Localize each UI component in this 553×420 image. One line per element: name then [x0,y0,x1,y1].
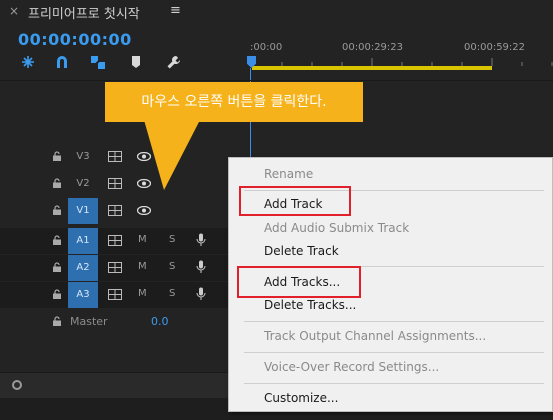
menu-item-rename: Rename [264,167,314,181]
lock-icon[interactable] [52,205,62,215]
ruler-label: 00:00:59:22 [464,42,526,53]
track-v3[interactable]: V3 [0,144,250,170]
magnet-icon[interactable] [54,54,72,70]
track-name[interactable]: V1 [68,198,98,224]
lock-icon[interactable] [52,289,62,299]
playhead-timecode[interactable]: 00:00:00:00 [18,30,132,49]
menu-item-voice-over-record-settings: Voice-Over Record Settings... [264,360,440,374]
menu-separator [244,321,544,322]
master-volume-value[interactable]: 0.0 [151,315,169,328]
eye-icon[interactable] [137,206,151,215]
ruler-label: :00:00 [250,42,283,53]
ruler-ticks [251,58,553,66]
track-v2[interactable]: V2 [0,171,250,197]
mute-button[interactable]: M [138,234,147,245]
solo-button[interactable]: S [169,288,175,299]
track-name[interactable]: A1 [68,228,98,254]
wrench-icon[interactable] [166,54,184,70]
menu-item-track-output-channel-assignments: Track Output Channel Assignments... [264,329,487,343]
mute-button[interactable]: M [138,261,147,272]
track-context-menu: Rename Add Track Add Audio Submix Track … [228,157,553,412]
close-tab-button[interactable]: × [9,4,19,18]
callout-tail [144,120,200,190]
solo-button[interactable]: S [169,261,175,272]
track-name[interactable]: A2 [68,255,98,281]
menu-item-delete-track[interactable]: Delete Track [264,244,339,258]
highlight-add-track [239,186,351,216]
zoom-scroll-handle[interactable] [12,380,22,390]
lock-icon[interactable] [52,178,62,188]
track-a2[interactable]: A2 M S [0,255,250,281]
callout-text: 마우스 오른쪽 버튼을 클릭한다. [141,94,327,110]
microphone-icon[interactable] [196,233,206,247]
sync-lock-icon[interactable] [108,151,122,162]
sync-lock-icon[interactable] [108,262,122,273]
marker-icon[interactable] [130,54,148,70]
sync-lock-icon[interactable] [108,289,122,300]
sync-lock-icon[interactable] [108,205,122,216]
sync-lock-icon[interactable] [108,235,122,246]
mute-button[interactable]: M [138,288,147,299]
lock-icon[interactable] [52,235,62,245]
track-name[interactable]: V2 [68,171,98,197]
track-name[interactable]: A3 [68,282,98,308]
lock-icon[interactable] [52,262,62,272]
lock-icon[interactable] [52,151,62,161]
instruction-callout: 마우스 오른쪽 버튼을 클릭한다. [105,82,363,122]
menu-item-customize[interactable]: Customize... [264,391,338,405]
track-a1[interactable]: A1 M S [0,228,250,254]
panel-menu-icon[interactable]: ≡ [170,3,181,18]
master-track-label: Master [70,315,108,328]
menu-item-add-audio-submix-track: Add Audio Submix Track [264,221,410,235]
menu-separator [244,383,544,384]
panel-tab-bar: × 프리미어프로 첫시작 ≡ [0,0,553,24]
track-v1[interactable]: V1 [0,198,250,224]
menu-item-delete-tracks[interactable]: Delete Tracks... [264,298,356,312]
sync-lock-icon[interactable] [108,178,122,189]
ripple-snap-icon[interactable] [20,54,38,70]
sequence-tab-title[interactable]: 프리미어프로 첫시작 [28,3,140,22]
work-area-bar[interactable] [252,66,492,70]
linked-selection-icon[interactable] [90,54,108,70]
menu-separator [244,352,544,353]
track-name[interactable]: V3 [68,144,98,170]
time-ruler[interactable]: :00:00 00:00:29:23 00:00:59:22 [247,38,553,74]
highlight-add-tracks [237,266,361,298]
microphone-icon[interactable] [196,260,206,274]
ruler-label: 00:00:29:23 [342,42,404,53]
header-divider [0,80,553,81]
microphone-icon[interactable] [196,287,206,301]
master-lock-icon[interactable] [52,316,62,326]
track-a3[interactable]: A3 M S [0,282,250,308]
solo-button[interactable]: S [169,234,175,245]
